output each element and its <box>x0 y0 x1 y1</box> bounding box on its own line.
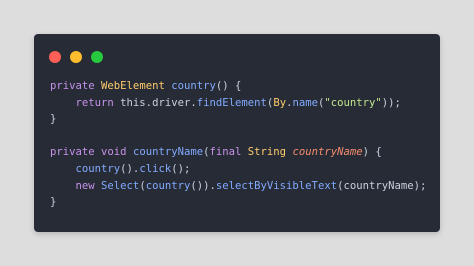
code-token: country <box>171 80 216 92</box>
close-dot-icon[interactable] <box>49 51 61 63</box>
zoom-dot-icon[interactable] <box>91 51 103 63</box>
code-token: (). <box>120 162 140 175</box>
code-line: return this.driver.findElement(By.name("… <box>50 95 426 112</box>
code-line: private void countryName(final String co… <box>50 144 426 161</box>
code-line: new Select(country()).selectByVisibleTex… <box>50 178 427 195</box>
code-snippet-window: private WebElement country() { return th… <box>34 34 440 232</box>
code-token: )); <box>381 96 401 109</box>
code-line: country().click(); <box>50 161 426 178</box>
code-token: driver <box>152 96 191 109</box>
code-token: "country" <box>324 96 382 109</box>
minimize-dot-icon[interactable] <box>70 51 82 63</box>
code-token: (countryName); <box>337 179 427 192</box>
code-token: final <box>209 146 242 159</box>
code-token: this. <box>113 96 153 109</box>
code-token: click <box>139 162 172 175</box>
code-token: () { <box>215 80 242 92</box>
code-token: } <box>50 196 57 209</box>
code-token: country <box>75 162 121 175</box>
code-token: countryName <box>292 146 363 159</box>
code-token: String <box>247 146 287 159</box>
code-line: private WebElement country() { <box>50 78 426 95</box>
code-block: private WebElement country() { return th… <box>50 78 426 211</box>
code-token: WebElement <box>101 80 165 92</box>
code-token: name <box>292 96 318 109</box>
code-token: ()). <box>190 179 216 192</box>
code-token: return <box>75 96 114 109</box>
code-token: private <box>50 80 95 92</box>
code-token: ) { <box>362 146 382 159</box>
code-token: By <box>273 96 287 109</box>
code-token: private <box>50 146 95 159</box>
code-token: findElement <box>196 96 267 109</box>
window-controls <box>49 51 103 63</box>
code-token: country <box>145 179 191 192</box>
code-line: } <box>50 194 426 211</box>
code-token: Select <box>101 179 140 192</box>
code-token: } <box>50 113 57 126</box>
code-token: selectByVisibleText <box>215 179 338 192</box>
code-line: } <box>50 111 426 128</box>
code-token: countryName <box>132 146 204 159</box>
code-token: void <box>101 146 127 159</box>
code-token: (); <box>171 162 191 175</box>
code-token: new <box>75 179 95 192</box>
